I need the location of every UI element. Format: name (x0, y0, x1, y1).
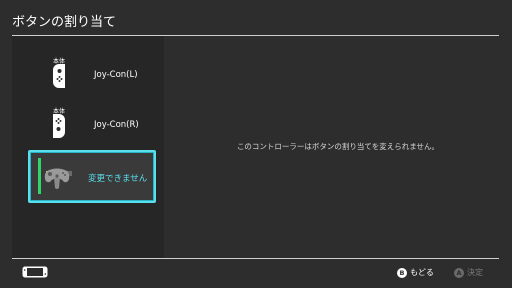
confirm-label: 決定 (467, 268, 483, 277)
controller-item-n64-selected[interactable]: 変更できません (28, 150, 156, 203)
joycon-right-icon (53, 114, 65, 138)
back-button[interactable]: B もどる (397, 267, 434, 279)
header: ボタンの割り当て (0, 0, 512, 36)
controller-name: Joy-Con(R) (94, 120, 139, 130)
info-message: このコントローラーはボタンの割り当てを変えられません。 (236, 142, 440, 151)
controller-status-text: 変更できません (88, 174, 148, 184)
controller-item-joycon-right[interactable]: 本体 Joy-Con(R) (16, 106, 160, 150)
switch-console-icon (22, 266, 48, 278)
joycon-left-icon (53, 64, 65, 88)
confirm-button[interactable]: A 決定 (454, 267, 483, 279)
back-label: もどる (410, 268, 434, 277)
controller-name: Joy-Con(L) (94, 70, 138, 80)
status-bar (38, 158, 41, 194)
page-title: ボタンの割り当て (12, 15, 117, 30)
footer-divider (12, 258, 499, 259)
a-button-icon: A (454, 267, 464, 278)
b-button-icon: B (397, 267, 407, 278)
n64-controller-icon (44, 168, 70, 189)
controller-item-joycon-left[interactable]: 本体 Joy-Con(L) (16, 56, 160, 100)
